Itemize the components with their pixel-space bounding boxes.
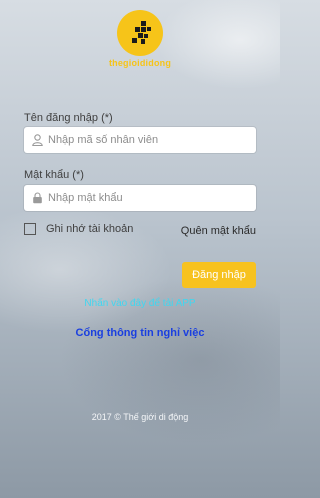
logo-circle (117, 10, 163, 56)
forgot-password-link[interactable]: Quên mật khẩu (181, 225, 256, 237)
leave-portal-link[interactable]: Cổng thông tin nghỉ việc (0, 327, 280, 339)
password-field[interactable] (24, 185, 256, 211)
running-man-icon (132, 21, 151, 44)
username-field[interactable] (24, 127, 256, 153)
login-button[interactable]: Đăng nhập (182, 262, 256, 288)
remember-account[interactable]: Ghi nhớ tài khoản (24, 223, 133, 235)
user-icon (32, 134, 43, 146)
logo: thegioididong (0, 10, 280, 68)
remember-checkbox[interactable] (24, 223, 36, 235)
app-download-link[interactable]: Nhấn vào đây để tải APP (0, 298, 280, 309)
background (0, 0, 280, 498)
footer-copyright: 2017 © Thế giới di động (91, 412, 189, 422)
password-label: Mật khẩu (*) (24, 169, 84, 181)
lock-icon (33, 192, 42, 204)
password-input[interactable] (48, 185, 248, 211)
username-label: Tên đăng nhập (*) (24, 112, 113, 124)
remember-label: Ghi nhớ tài khoản (46, 223, 134, 235)
username-input[interactable] (48, 127, 248, 153)
logo-text: thegioididong (108, 58, 172, 68)
